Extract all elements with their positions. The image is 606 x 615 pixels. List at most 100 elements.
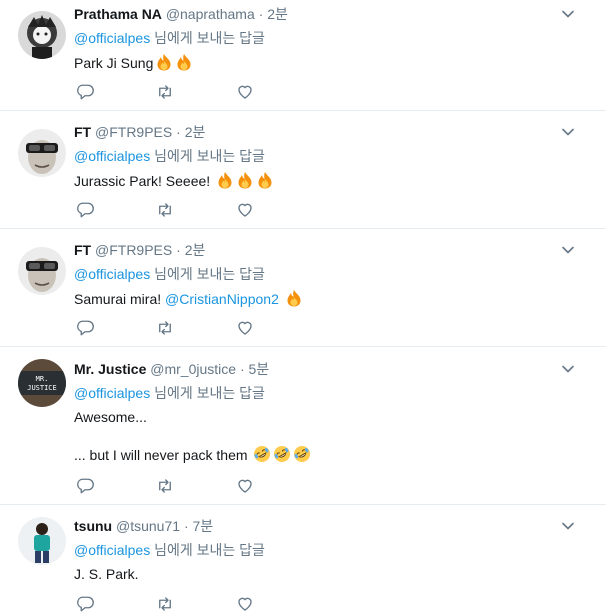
tweet-body-2: ... but I will never pack them [74, 447, 248, 463]
retweet-icon[interactable] [156, 477, 176, 497]
tweet-body: J. S. Park. [74, 566, 139, 582]
tweet-text: Samurai mira! @CristianNippon2 [74, 289, 303, 308]
avatar[interactable] [18, 129, 66, 177]
avatar-logo-text: JUSTICE [27, 384, 57, 392]
tweet-text: Park Ji Sung [74, 53, 193, 72]
tweet-text: Jurassic Park! Seeee! [74, 171, 274, 190]
tweet-body: Park Ji Sung [74, 55, 154, 71]
timestamp[interactable]: 7분 [193, 518, 214, 534]
tweet-item[interactable]: Prathama NA @naprathama · 2분 @officialpe… [0, 0, 606, 111]
reply-suffix: 님에게 보내는 답글 [154, 542, 265, 558]
tweet-item[interactable]: tsunu @tsunu71 · 7분 @officialpes 님에게 보내는… [0, 512, 606, 612]
heart-icon[interactable] [236, 319, 256, 339]
reply-icon[interactable] [76, 201, 96, 221]
tweet-header: FT @FTR9PES · 2분 [74, 241, 205, 259]
rofl-emoji [273, 445, 291, 463]
tweet-header: FT @FTR9PES · 2분 [74, 123, 205, 141]
user-handle[interactable]: @FTR9PES [95, 242, 172, 258]
avatar-image [18, 129, 66, 177]
retweet-icon[interactable] [156, 83, 176, 103]
chevron-down-icon[interactable] [560, 518, 576, 534]
reply-suffix: 님에게 보내는 답글 [154, 30, 265, 46]
tweet-header: Prathama NA @naprathama · 2분 [74, 5, 288, 23]
reply-icon[interactable] [76, 595, 96, 615]
display-name[interactable]: FT [74, 242, 91, 258]
avatar-image [18, 11, 66, 59]
chevron-down-icon[interactable] [560, 124, 576, 140]
fire-emoji [285, 289, 303, 307]
reply-suffix: 님에게 보내는 답글 [154, 385, 265, 401]
tweet-item[interactable]: FT @FTR9PES · 2분 @officialpes 님에게 보내는 답글… [0, 236, 606, 347]
fire-emoji [155, 53, 173, 71]
avatar-image [18, 247, 66, 295]
timestamp[interactable]: 2분 [185, 242, 206, 258]
heart-icon[interactable] [236, 477, 256, 497]
user-handle[interactable]: @mr_0justice [150, 361, 236, 377]
tweet-body: Jurassic Park! Seeee! [74, 173, 211, 189]
rofl-emoji [293, 445, 311, 463]
display-name[interactable]: tsunu [74, 518, 112, 534]
retweet-icon[interactable] [156, 201, 176, 221]
heart-icon[interactable] [236, 201, 256, 221]
user-handle[interactable]: @naprathama [166, 6, 255, 22]
reply-context: @officialpes 님에게 보내는 답글 [74, 265, 265, 283]
chevron-down-icon[interactable] [560, 361, 576, 377]
fire-emoji [256, 171, 274, 189]
user-handle[interactable]: @tsunu71 [116, 518, 180, 534]
display-name[interactable]: Prathama NA [74, 6, 162, 22]
reply-context: @officialpes 님에게 보내는 답글 [74, 541, 265, 559]
tweet-header: Mr. Justice @mr_0justice · 5분 [74, 360, 269, 378]
reply-icon[interactable] [76, 319, 96, 339]
reply-to-mention[interactable]: @officialpes [74, 542, 150, 558]
heart-icon[interactable] [236, 595, 256, 615]
timestamp[interactable]: 5분 [249, 361, 270, 377]
reply-to-mention[interactable]: @officialpes [74, 266, 150, 282]
reply-suffix: 님에게 보내는 답글 [154, 148, 265, 164]
reply-context: @officialpes 님에게 보내는 답글 [74, 147, 265, 165]
tweet-item[interactable]: MR. JUSTICE Mr. Justice @mr_0justice · 5… [0, 355, 606, 505]
tweet-actions [74, 201, 274, 221]
display-name[interactable]: Mr. Justice [74, 361, 146, 377]
fire-emoji [175, 53, 193, 71]
separator-dot: · [183, 518, 189, 534]
reply-to-mention[interactable]: @officialpes [74, 148, 150, 164]
fire-emoji [216, 171, 234, 189]
tweet-actions [74, 477, 274, 497]
heart-icon[interactable] [236, 83, 256, 103]
chevron-down-icon[interactable] [560, 242, 576, 258]
tweet-header: tsunu @tsunu71 · 7분 [74, 517, 213, 535]
avatar[interactable]: MR. JUSTICE [18, 359, 66, 407]
timestamp[interactable]: 2분 [267, 6, 288, 22]
tweet-text: Awesome... [74, 408, 147, 426]
reply-icon[interactable] [76, 83, 96, 103]
tweet-item[interactable]: FT @FTR9PES · 2분 @officialpes 님에게 보내는 답글… [0, 118, 606, 229]
reply-icon[interactable] [76, 477, 96, 497]
tweet-actions [74, 595, 274, 615]
tweet-text: J. S. Park. [74, 565, 139, 583]
chevron-down-icon[interactable] [560, 6, 576, 22]
separator-dot: · [258, 6, 264, 22]
avatar[interactable] [18, 517, 66, 565]
tweet-body: Awesome... [74, 409, 147, 425]
display-name[interactable]: FT [74, 124, 91, 140]
timestamp[interactable]: 2분 [185, 124, 206, 140]
avatar-logo-text: MR. [36, 375, 49, 383]
separator-dot: · [239, 361, 245, 377]
avatar[interactable] [18, 11, 66, 59]
user-handle[interactable]: @FTR9PES [95, 124, 172, 140]
fire-emoji [236, 171, 254, 189]
tweet-actions [74, 319, 274, 339]
retweet-icon[interactable] [156, 595, 176, 615]
separator-dot: · [176, 242, 181, 258]
rofl-emoji [253, 445, 271, 463]
avatar[interactable] [18, 247, 66, 295]
tweet-body: Samurai mira! [74, 291, 162, 307]
retweet-icon[interactable] [156, 319, 176, 339]
reply-to-mention[interactable]: @officialpes [74, 30, 150, 46]
reply-to-mention[interactable]: @officialpes [74, 385, 150, 401]
avatar-image [18, 517, 66, 565]
tweet-text-line-2: ... but I will never pack them [74, 445, 311, 464]
text-mention-link[interactable]: @CristianNippon2 [165, 291, 279, 307]
reply-suffix: 님에게 보내는 답글 [154, 266, 265, 282]
avatar-image: MR. JUSTICE [18, 359, 66, 407]
